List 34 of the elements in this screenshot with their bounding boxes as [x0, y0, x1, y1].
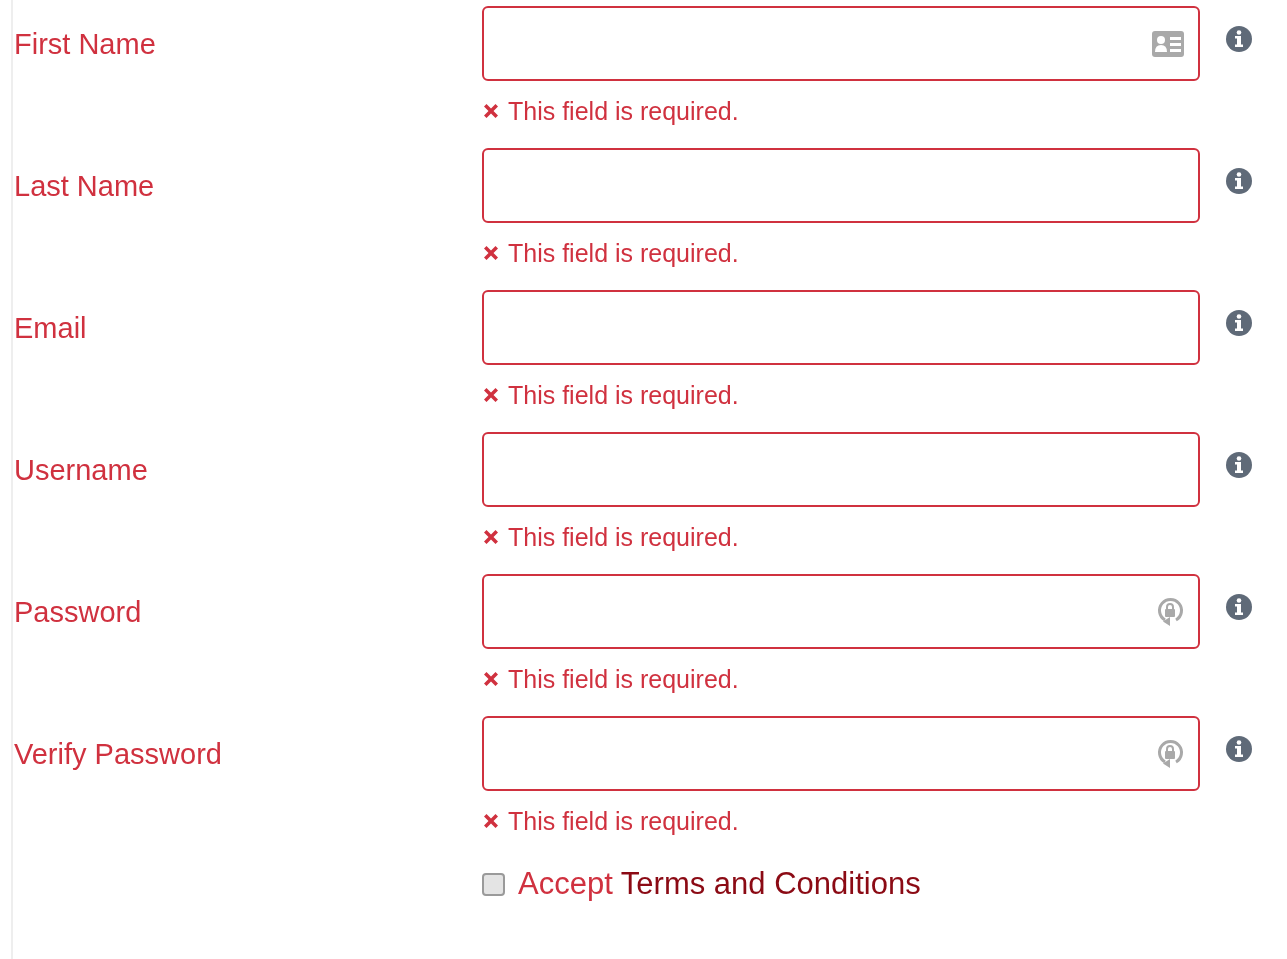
text-input[interactable]	[482, 148, 1200, 223]
error-icon	[482, 386, 500, 404]
error-message: This field is required.	[508, 664, 739, 695]
error-icon	[482, 670, 500, 688]
error-icon	[482, 528, 500, 546]
error-icon	[482, 244, 500, 262]
error-message: This field is required.	[508, 96, 739, 127]
text-input[interactable]	[482, 432, 1200, 507]
terms-checkbox[interactable]	[482, 872, 505, 896]
field-label: Email	[14, 312, 87, 344]
info-icon[interactable]	[1226, 594, 1252, 620]
field-label: Password	[14, 596, 142, 628]
error-icon	[482, 102, 500, 120]
info-icon[interactable]	[1226, 26, 1252, 52]
error-message: This field is required.	[508, 522, 739, 553]
id-card-icon	[1152, 30, 1184, 57]
field-label: Last Name	[14, 170, 155, 202]
info-icon[interactable]	[1226, 310, 1252, 336]
field-label: First Name	[14, 28, 156, 60]
error-message: This field is required.	[508, 380, 739, 411]
info-icon[interactable]	[1226, 452, 1252, 478]
terms-link[interactable]: Terms and Conditions	[620, 866, 921, 901]
error-message: This field is required.	[508, 238, 739, 269]
checkbox-label: Accept	[518, 866, 613, 901]
text-input[interactable]	[482, 716, 1200, 791]
info-icon[interactable]	[1226, 168, 1252, 194]
text-input[interactable]	[482, 574, 1200, 649]
error-message: This field is required.	[508, 806, 739, 837]
field-label: Username	[14, 454, 148, 486]
info-icon[interactable]	[1226, 736, 1252, 762]
text-input[interactable]	[482, 6, 1200, 81]
text-input[interactable]	[482, 290, 1200, 365]
error-icon	[482, 812, 500, 830]
field-label: Verify Password	[14, 738, 222, 770]
